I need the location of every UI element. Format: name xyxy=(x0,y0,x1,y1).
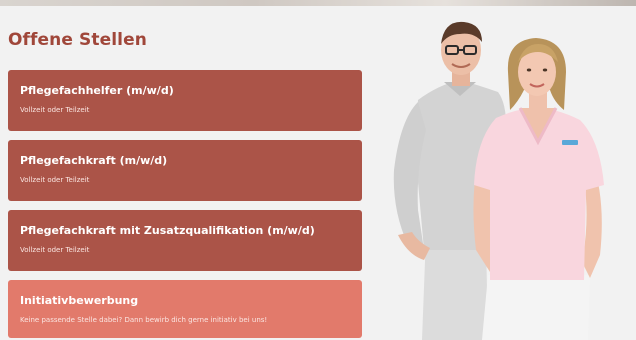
job-card-pflegefachkraft[interactable]: Pflegefachkraft (m/w/d) Vollzeit oder Te… xyxy=(8,140,362,201)
header-image-strip xyxy=(0,0,636,6)
job-subtitle: Vollzeit oder Teilzeit xyxy=(20,176,90,184)
staff-photo xyxy=(393,21,604,340)
job-subtitle: Vollzeit oder Teilzeit xyxy=(20,246,90,254)
job-title: Initiativbewerbung xyxy=(20,294,139,307)
job-title: Pflegefachkraft (m/w/d) xyxy=(20,154,168,167)
job-card-pflegefachhelfer[interactable]: Pflegefachhelfer (m/w/d) Vollzeit oder T… xyxy=(8,70,362,131)
female-nurse-figure xyxy=(473,38,604,340)
job-card-pflegefachkraft-zusatzqualifikation[interactable]: Pflegefachkraft mit Zusatzqualifikation … xyxy=(8,210,362,271)
job-list: Pflegefachhelfer (m/w/d) Vollzeit oder T… xyxy=(8,70,362,338)
job-card-initiativbewerbung[interactable]: Initiativbewerbung Keine passende Stelle… xyxy=(8,280,362,338)
job-title: Pflegefachhelfer (m/w/d) xyxy=(20,84,174,97)
job-subtitle: Vollzeit oder Teilzeit xyxy=(20,106,90,114)
job-subtitle: Keine passende Stelle dabei? Dann bewirb… xyxy=(20,316,268,324)
section-title: Offene Stellen xyxy=(8,30,147,50)
job-title: Pflegefachkraft mit Zusatzqualifikation … xyxy=(20,224,315,237)
